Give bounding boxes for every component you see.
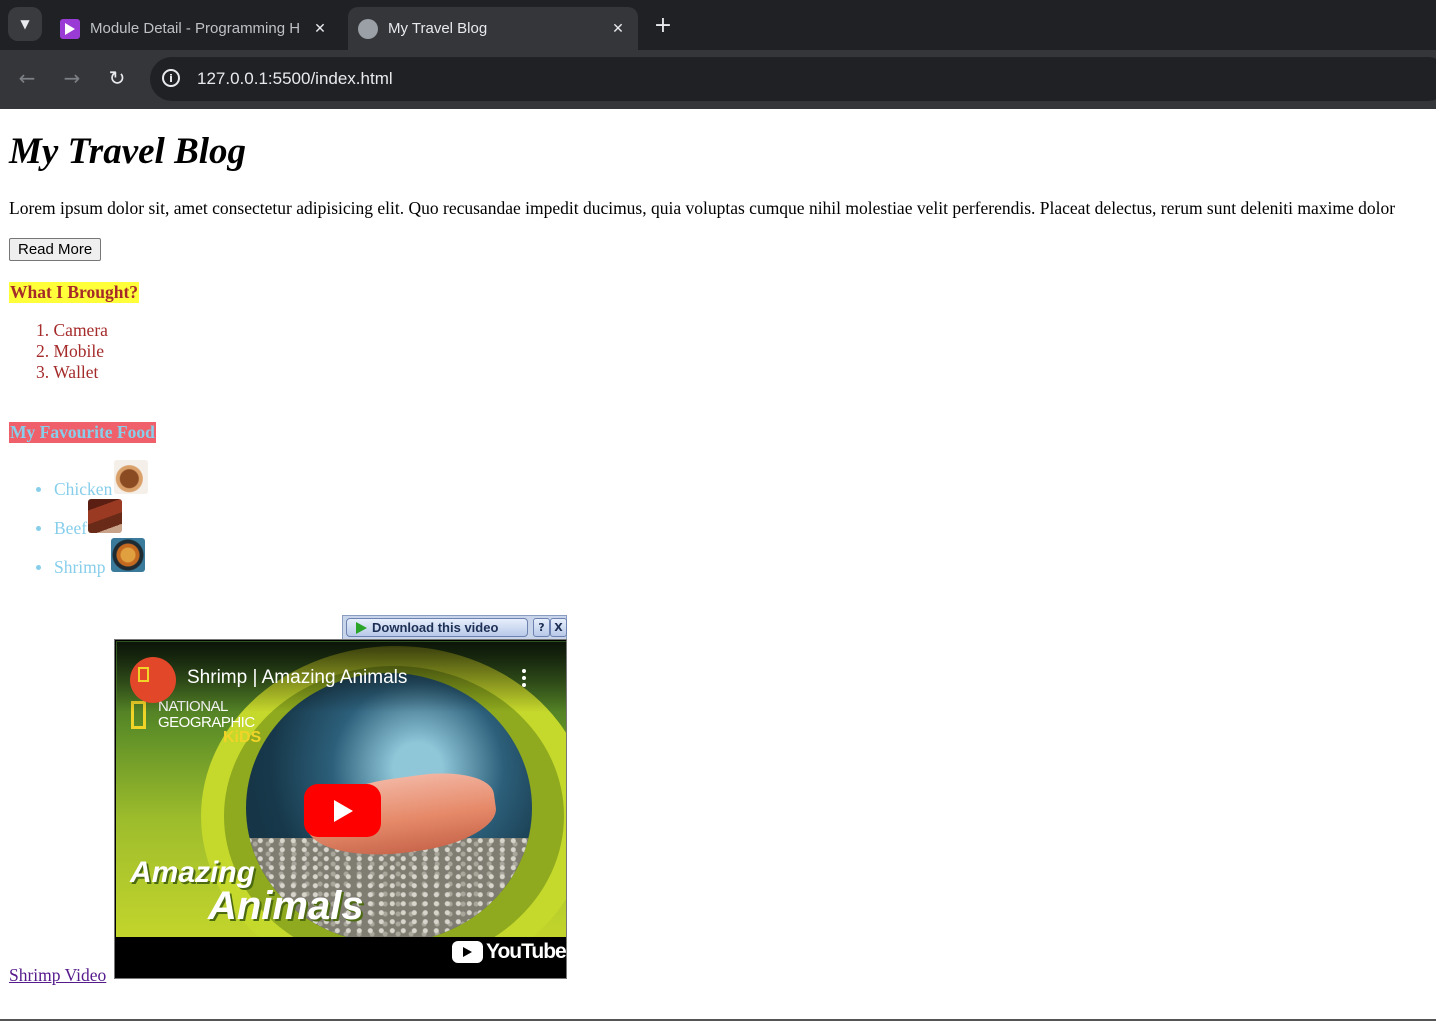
- programming-hero-icon: [60, 18, 80, 39]
- list-item-label: Mobile: [53, 341, 105, 361]
- site-info-icon[interactable]: i: [162, 69, 180, 87]
- list-item-label: Chicken: [54, 479, 113, 499]
- forward-icon[interactable]: →: [57, 63, 87, 93]
- tab-title: Module Detail - Programming H: [90, 20, 301, 37]
- brought-list: 1. Camera 2. Mobile 3. Wallet: [36, 320, 108, 383]
- tab-my-travel-blog[interactable]: My Travel Blog ✕: [348, 7, 638, 50]
- play-button[interactable]: [304, 784, 381, 837]
- url-text[interactable]: 127.0.0.1:5500/index.html: [197, 69, 393, 89]
- brought-heading: What I Brought?: [9, 282, 140, 303]
- chevron-down-icon: ▼: [20, 17, 30, 31]
- list-item-label: Camera: [53, 320, 108, 340]
- play-icon: [334, 800, 353, 822]
- youtube-embed[interactable]: NATIONALGEOGRAPHIC KiDS Amazing Animals …: [114, 639, 567, 979]
- bullet: [36, 565, 41, 570]
- list-number: 3.: [36, 362, 50, 382]
- youtube-icon: [452, 941, 483, 963]
- youtube-logo[interactable]: YouTube: [452, 940, 566, 964]
- chicken-image: [114, 460, 148, 494]
- download-video-button[interactable]: Download this video: [346, 618, 528, 637]
- food-heading: My Favourite Food: [9, 422, 156, 443]
- help-icon[interactable]: ?: [533, 618, 550, 637]
- video-title[interactable]: Shrimp | Amazing Animals: [187, 667, 407, 689]
- list-item-label: Beef: [54, 518, 88, 538]
- beef-image: [88, 499, 122, 533]
- globe-icon: [358, 18, 378, 39]
- page-content: My Travel Blog Lorem ipsum dolor sit, am…: [0, 109, 1436, 1021]
- list-item-label: Wallet: [53, 362, 99, 382]
- more-options-icon[interactable]: [522, 669, 526, 687]
- brand-line: KiDS: [223, 729, 262, 746]
- list-item: 1. Camera: [36, 320, 108, 341]
- list-number: 2.: [36, 341, 50, 361]
- address-bar[interactable]: i 127.0.0.1:5500/index.html: [150, 57, 1436, 101]
- new-tab-button[interactable]: +: [650, 12, 676, 38]
- intro-paragraph: Lorem ipsum dolor sit, amet consectetur …: [9, 198, 1396, 218]
- list-item: 3. Wallet: [36, 362, 108, 383]
- shrimp-video-link[interactable]: Shrimp Video: [9, 965, 106, 986]
- bullet: [36, 487, 41, 492]
- close-icon[interactable]: X: [550, 618, 567, 637]
- close-tab-icon[interactable]: ✕: [310, 21, 330, 37]
- shrimp-image: [111, 538, 145, 572]
- back-icon[interactable]: ←: [12, 63, 42, 93]
- read-more-button[interactable]: Read More: [9, 238, 102, 261]
- download-label: Download this video: [372, 620, 499, 635]
- overlay-text: Animals: [208, 884, 364, 928]
- bullet: [36, 526, 41, 531]
- tab-title: My Travel Blog: [388, 20, 488, 37]
- list-number: 1.: [36, 320, 50, 340]
- tab-strip: ▼ Module Detail - Programming H ✕ My Tra…: [0, 0, 1436, 50]
- list-item: 2. Mobile: [36, 341, 108, 362]
- reload-icon[interactable]: ↻: [102, 63, 132, 93]
- page-title: My Travel Blog: [9, 131, 247, 172]
- play-arrow-icon: [356, 621, 367, 634]
- list-item-label: Shrimp: [54, 557, 106, 577]
- channel-avatar[interactable]: [130, 657, 176, 703]
- tab-module-detail[interactable]: Module Detail - Programming H ✕: [50, 7, 340, 50]
- browser-toolbar: ← → ↻ i 127.0.0.1:5500/index.html: [0, 50, 1436, 109]
- youtube-wordmark: YouTube: [486, 940, 566, 963]
- close-tab-icon[interactable]: ✕: [608, 21, 628, 37]
- download-video-bar: Download this video ? X: [342, 615, 567, 640]
- tab-search-button[interactable]: ▼: [8, 7, 42, 41]
- video-thumbnail: NATIONALGEOGRAPHIC KiDS Amazing Animals …: [116, 641, 566, 937]
